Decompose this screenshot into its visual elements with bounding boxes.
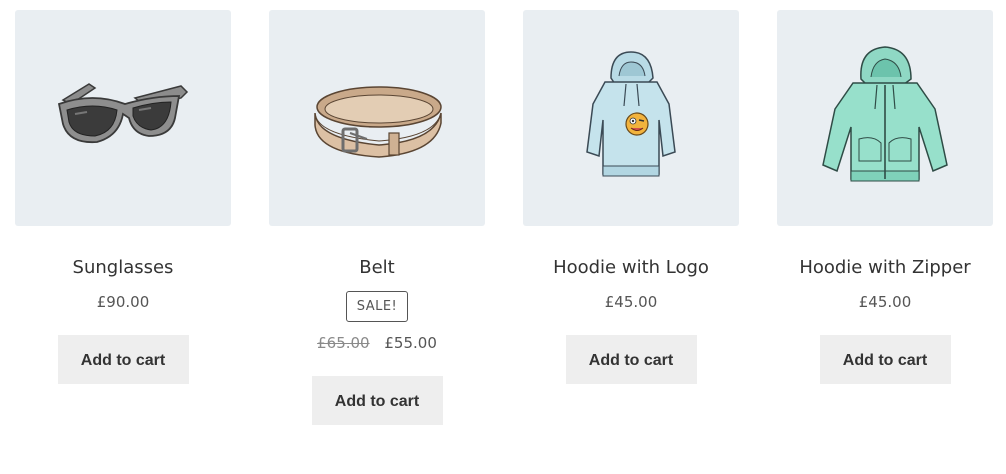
belt-icon — [314, 86, 442, 158]
product-image-hoodie-with-zipper[interactable] — [777, 10, 993, 226]
product-price: £90.00 — [96, 293, 150, 311]
product-image-hoodie-with-logo[interactable] — [523, 10, 739, 226]
hoodie-logo-icon — [586, 51, 676, 177]
product-card-sunglasses: Sunglasses £90.00 Add to cart — [15, 10, 231, 384]
product-image-sunglasses[interactable] — [15, 10, 231, 226]
product-card-hoodie-with-logo: Hoodie with Logo £45.00 Add to cart — [523, 10, 739, 384]
regular-price: £65.00 — [317, 334, 370, 352]
product-title[interactable]: Belt — [269, 257, 485, 279]
add-to-cart-button[interactable]: Add to cart — [819, 335, 951, 384]
product-image-belt[interactable] — [269, 10, 485, 226]
hoodie-zipper-icon — [822, 46, 948, 182]
product-title[interactable]: Hoodie with Logo — [523, 257, 739, 279]
product-price: £45.00 — [604, 293, 658, 311]
sunglasses-icon — [57, 83, 189, 144]
add-to-cart-button[interactable]: Add to cart — [311, 376, 443, 425]
product-grid: Sunglasses £90.00 Add to cart Belt SALE! — [0, 0, 1006, 474]
sale-price: £55.00 — [384, 334, 437, 352]
product-card-hoodie-with-zipper: Hoodie with Zipper £45.00 Add to cart — [777, 10, 993, 384]
add-to-cart-button[interactable]: Add to cart — [57, 335, 189, 384]
product-price: £45.00 — [858, 293, 912, 311]
sale-badge: SALE! — [345, 291, 409, 322]
product-title[interactable]: Sunglasses — [15, 257, 231, 279]
add-to-cart-button[interactable]: Add to cart — [565, 335, 697, 384]
product-title[interactable]: Hoodie with Zipper — [777, 257, 993, 279]
product-price: £65.00 £55.00 — [269, 334, 485, 352]
product-card-belt: Belt SALE! £65.00 £55.00 Add to cart — [269, 10, 485, 425]
